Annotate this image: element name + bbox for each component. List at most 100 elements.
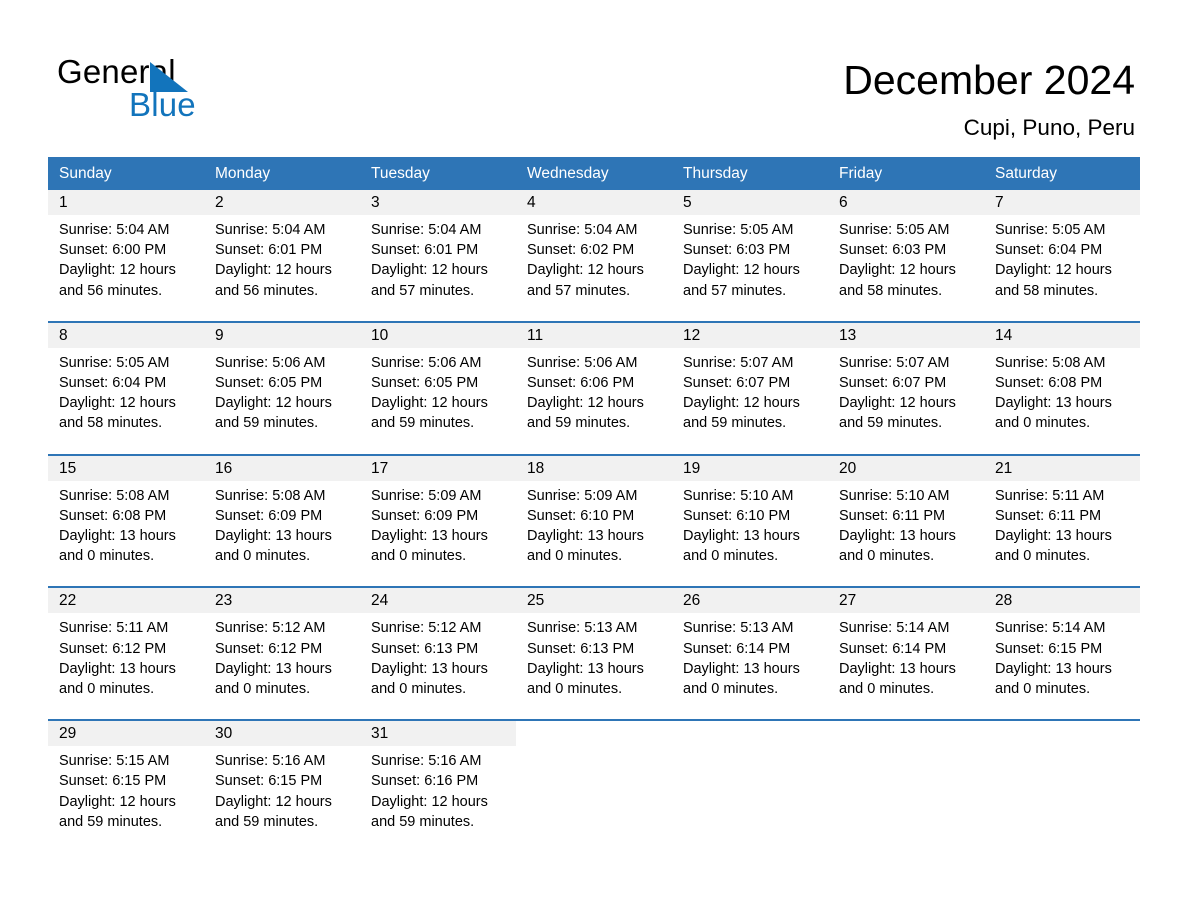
daylight-text-line2: and 58 minutes.: [839, 282, 943, 299]
sunrise-text: Sunrise: 5:07 AM: [839, 354, 950, 371]
day-number-cell[interactable]: 7: [984, 190, 1140, 215]
day-number-cell[interactable]: 20: [828, 453, 984, 481]
day-number-cell[interactable]: 2: [204, 190, 360, 215]
daylight-text-line2: and 0 minutes.: [215, 548, 311, 565]
day-number-cell[interactable]: 6: [828, 190, 984, 215]
daylight-text-line1: Daylight: 12 hours: [59, 395, 176, 412]
day-detail-cell: Sunrise: 5:13 AM Sunset: 6:13 PM Dayligh…: [516, 613, 672, 721]
day-number-cell[interactable]: 12: [672, 320, 828, 348]
sunset-text: Sunset: 6:14 PM: [839, 640, 947, 657]
daylight-text-line1: Daylight: 13 hours: [371, 660, 488, 677]
day-number-cell[interactable]: 22: [48, 586, 204, 614]
daylight-text-line1: Daylight: 12 hours: [371, 262, 488, 279]
day-number-cell[interactable]: 10: [360, 320, 516, 348]
day-detail-cell: Sunrise: 5:14 AM Sunset: 6:14 PM Dayligh…: [828, 613, 984, 721]
day-number-cell[interactable]: 17: [360, 453, 516, 481]
sunrise-text: Sunrise: 5:04 AM: [371, 222, 482, 238]
sunset-text: Sunset: 6:15 PM: [59, 773, 167, 790]
daylight-text-line2: and 56 minutes.: [215, 282, 319, 299]
sunset-text: Sunset: 6:05 PM: [371, 375, 479, 392]
sunrise-text: Sunrise: 5:05 AM: [683, 222, 794, 238]
day-detail-cell-empty: [828, 746, 984, 853]
daylight-text-line1: Daylight: 12 hours: [527, 395, 644, 412]
day-number-cell[interactable]: 11: [516, 320, 672, 348]
daylight-text-line2: and 57 minutes.: [683, 282, 787, 299]
sunset-text: Sunset: 6:15 PM: [995, 640, 1103, 657]
day-number-cell[interactable]: 5: [672, 190, 828, 215]
daylight-text-line2: and 0 minutes.: [215, 681, 311, 698]
day-detail-cell: Sunrise: 5:08 AM Sunset: 6:08 PM Dayligh…: [984, 347, 1140, 455]
sunrise-text: Sunrise: 5:09 AM: [527, 487, 638, 504]
generalblue-logo[interactable]: General Blue: [57, 52, 317, 123]
day-number-cell[interactable]: 24: [360, 586, 516, 614]
day-number-cell[interactable]: 15: [48, 453, 204, 481]
day-detail-cell: Sunrise: 5:05 AM Sunset: 6:04 PM Dayligh…: [984, 215, 1140, 322]
day-number-cell[interactable]: 16: [204, 453, 360, 481]
day-detail-cell: Sunrise: 5:06 AM Sunset: 6:06 PM Dayligh…: [516, 347, 672, 455]
day-number-cell[interactable]: 23: [204, 586, 360, 614]
daylight-text-line1: Daylight: 12 hours: [995, 262, 1112, 279]
logo-text-blue: Blue: [129, 86, 196, 123]
day-number-cell[interactable]: 29: [48, 719, 204, 747]
day-number-cell[interactable]: 21: [984, 453, 1140, 481]
day-number-cell[interactable]: 8: [48, 320, 204, 348]
calendar-body: 1 2 3 4 5 6 7 Sunrise: 5:04 AM Sunset: 6…: [48, 190, 1140, 853]
sunset-text: Sunset: 6:06 PM: [527, 375, 635, 392]
day-number-cell[interactable]: 19: [672, 453, 828, 481]
day-number-cell[interactable]: 31: [360, 719, 516, 747]
calendar-header-row: Sunday Monday Tuesday Wednesday Thursday…: [48, 157, 1140, 190]
page-header: General Blue December 2024 Cupi, Puno, P…: [0, 0, 1188, 150]
week-3-daynumbers: 15 16 17 18 19 20 21: [48, 453, 1140, 481]
sunset-text: Sunset: 6:08 PM: [995, 375, 1103, 392]
day-detail-cell: Sunrise: 5:04 AM Sunset: 6:02 PM Dayligh…: [516, 215, 672, 322]
day-detail-cell: Sunrise: 5:09 AM Sunset: 6:09 PM Dayligh…: [360, 480, 516, 588]
day-detail-cell: Sunrise: 5:08 AM Sunset: 6:08 PM Dayligh…: [48, 480, 204, 588]
day-number-cell[interactable]: 28: [984, 586, 1140, 614]
daylight-text-line1: Daylight: 13 hours: [839, 528, 956, 545]
day-number-cell[interactable]: 30: [204, 719, 360, 747]
sunrise-text: Sunrise: 5:08 AM: [59, 487, 170, 504]
page-title: December 2024: [843, 57, 1135, 103]
sunrise-text: Sunrise: 5:11 AM: [995, 487, 1105, 504]
daylight-text-line1: Daylight: 13 hours: [995, 660, 1112, 677]
day-number-cell[interactable]: 18: [516, 453, 672, 481]
day-detail-cell: Sunrise: 5:11 AM Sunset: 6:11 PM Dayligh…: [984, 480, 1140, 588]
weekday-header-thursday: Thursday: [672, 157, 828, 190]
day-number-cell-empty: [672, 719, 828, 747]
day-number-cell[interactable]: 25: [516, 586, 672, 614]
sunset-text: Sunset: 6:10 PM: [527, 507, 635, 524]
day-number-cell[interactable]: 3: [360, 190, 516, 215]
day-number-cell[interactable]: 27: [828, 586, 984, 614]
week-1-daynumbers: 1 2 3 4 5 6 7: [48, 190, 1140, 215]
sunset-text: Sunset: 6:09 PM: [215, 507, 323, 524]
day-number-cell[interactable]: 4: [516, 190, 672, 215]
sunset-text: Sunset: 6:13 PM: [371, 640, 479, 657]
day-number-cell[interactable]: 1: [48, 190, 204, 215]
daylight-text-line1: Daylight: 12 hours: [59, 262, 176, 279]
daylight-text-line2: and 59 minutes.: [59, 813, 163, 830]
week-2-daynumbers: 8 9 10 11 12 13 14: [48, 320, 1140, 348]
sunset-text: Sunset: 6:12 PM: [215, 640, 323, 657]
day-detail-cell: Sunrise: 5:05 AM Sunset: 6:03 PM Dayligh…: [672, 215, 828, 322]
calendar-page: General Blue December 2024 Cupi, Puno, P…: [0, 0, 1188, 918]
daylight-text-line2: and 0 minutes.: [995, 415, 1091, 432]
daylight-text-line2: and 58 minutes.: [995, 282, 1099, 299]
sunrise-text: Sunrise: 5:13 AM: [683, 620, 794, 637]
day-detail-cell: Sunrise: 5:07 AM Sunset: 6:07 PM Dayligh…: [828, 347, 984, 455]
day-number-cell[interactable]: 26: [672, 586, 828, 614]
sunset-text: Sunset: 6:02 PM: [527, 242, 635, 259]
sunset-text: Sunset: 6:14 PM: [683, 640, 791, 657]
week-1-details: Sunrise: 5:04 AM Sunset: 6:00 PM Dayligh…: [48, 215, 1140, 322]
sunrise-text: Sunrise: 5:10 AM: [839, 487, 950, 504]
day-number-cell[interactable]: 13: [828, 320, 984, 348]
week-5-daynumbers: 29 30 31: [48, 719, 1140, 747]
daylight-text-line1: Daylight: 13 hours: [215, 528, 332, 545]
sunrise-text: Sunrise: 5:12 AM: [215, 620, 326, 637]
day-detail-cell: Sunrise: 5:06 AM Sunset: 6:05 PM Dayligh…: [204, 347, 360, 455]
daylight-text-line1: Daylight: 12 hours: [215, 793, 332, 810]
day-number-cell[interactable]: 9: [204, 320, 360, 348]
daylight-text-line1: Daylight: 13 hours: [59, 660, 176, 677]
daylight-text-line2: and 59 minutes.: [839, 415, 943, 432]
day-detail-cell: Sunrise: 5:09 AM Sunset: 6:10 PM Dayligh…: [516, 480, 672, 588]
day-number-cell[interactable]: 14: [984, 320, 1140, 348]
